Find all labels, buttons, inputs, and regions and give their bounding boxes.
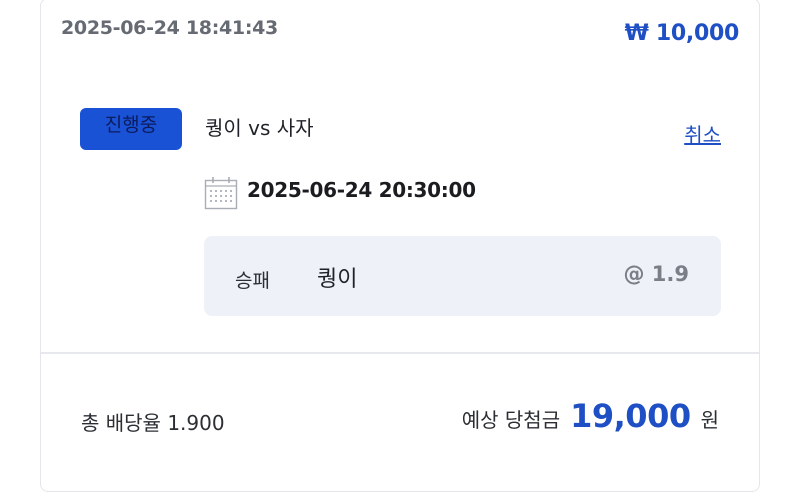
- pick-odds: @ 1.9: [623, 262, 689, 286]
- bet-timestamp: 2025-06-24 18:41:43: [61, 17, 278, 39]
- calendar-icon: [204, 177, 238, 210]
- pick-box: 승패 퀑이 @ 1.9: [204, 236, 721, 316]
- stake-amount: ₩ 10,000: [624, 21, 740, 46]
- payout-amount: 19,000: [570, 397, 691, 435]
- cancel-button[interactable]: 취소: [684, 119, 721, 148]
- bet-slip-card: 2025-06-24 18:41:43 ₩ 10,000 진행중 퀑이 vs 사…: [40, 0, 760, 492]
- match-date: 2025-06-24 20:30:00: [247, 178, 476, 202]
- match-title: 퀑이 vs 사자: [205, 116, 314, 140]
- total-odds: 총 배당율 1.900: [81, 411, 225, 435]
- payout-label: 예상 당첨금: [461, 408, 561, 432]
- expected-payout: 예상 당첨금 19,000 원: [462, 397, 719, 435]
- divider: [41, 352, 759, 354]
- bet-type: 승패: [235, 270, 270, 292]
- payout-unit: 원: [700, 408, 719, 432]
- status-badge: 진행중: [80, 108, 182, 150]
- selected-pick: 퀑이: [317, 267, 358, 292]
